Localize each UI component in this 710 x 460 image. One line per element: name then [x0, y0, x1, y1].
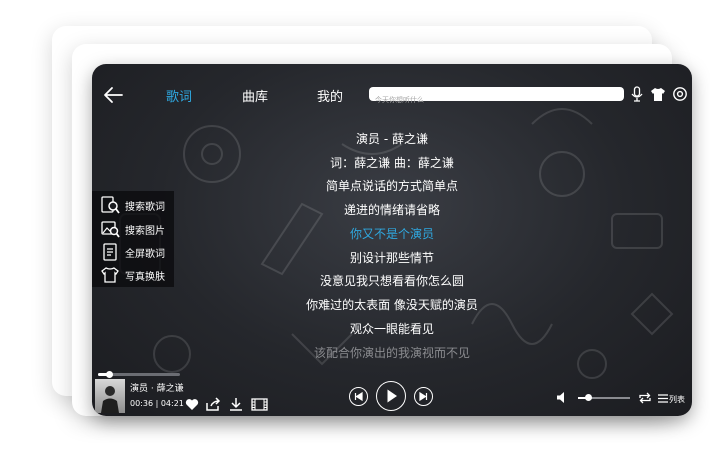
menu-item-search-lyrics[interactable]: 搜索歌词	[98, 193, 174, 215]
volume-slider[interactable]	[578, 394, 630, 401]
play-button[interactable]	[376, 381, 406, 411]
tab-lyrics[interactable]: 歌词	[166, 86, 192, 105]
lyric-line: 该配合你演出的我演视而不见	[313, 346, 470, 360]
menu-item-label: 全屏歌词	[125, 249, 165, 260]
skin-tshirt-icon	[101, 267, 119, 283]
menu-item-label: 搜索歌词	[125, 202, 165, 213]
menu-item-photo-skin[interactable]: 写真换肤	[98, 263, 174, 285]
fullscreen-lyrics-icon	[103, 243, 117, 261]
top-navigation-bar: 歌词 曲库 我的	[92, 64, 692, 122]
download-icon[interactable]	[228, 397, 244, 412]
side-menu: 搜索歌词 搜索图片 全屏歌词 写真换肤	[92, 191, 174, 287]
back-arrow-icon[interactable]	[102, 84, 124, 106]
next-button[interactable]	[414, 387, 433, 406]
lyric-line: 词：薛之谦 曲：薛之谦	[330, 156, 454, 170]
search-box	[369, 87, 624, 107]
heart-icon[interactable]	[185, 398, 199, 411]
lyric-line: 演员 - 薛之谦	[356, 132, 428, 146]
player-screen: 歌词 曲库 我的 演员 - 薛之谦 词：薛之谦 曲：薛之谦 简单点说话的方式简单…	[92, 64, 692, 416]
volume-handle[interactable]	[585, 394, 593, 401]
microphone-icon[interactable]	[629, 86, 645, 102]
lyric-line: 别设计那些情节	[349, 251, 434, 265]
menu-item-search-image[interactable]: 搜索图片	[98, 217, 174, 239]
settings-icon[interactable]	[672, 86, 688, 102]
playlist-button[interactable]: 列表	[669, 394, 685, 405]
tab-mine[interactable]: 我的	[317, 86, 343, 105]
lyric-line-current: 你又不是个演员	[349, 227, 434, 241]
progress-handle[interactable]	[106, 371, 114, 378]
next-icon	[419, 391, 428, 402]
lyric-line: 没意见我只想看看你怎么圆	[319, 274, 464, 288]
menu-item-fullscreen-lyrics[interactable]: 全屏歌词	[98, 240, 174, 262]
mv-icon[interactable]	[251, 397, 268, 412]
search-input[interactable]	[369, 93, 615, 107]
progress-bar[interactable]	[98, 371, 180, 378]
volume-icon[interactable]	[556, 391, 570, 404]
playlist-icon[interactable]	[658, 394, 668, 403]
loop-icon[interactable]	[638, 392, 652, 404]
lyric-line: 你难过的太表面 像没天赋的演员	[306, 298, 478, 312]
previous-icon	[354, 391, 363, 402]
song-title: 演员 · 薛之谦	[130, 384, 184, 394]
search-image-icon	[101, 221, 120, 238]
tshirt-icon[interactable]	[650, 86, 666, 102]
album-art-image	[101, 386, 119, 413]
menu-item-label: 写真换肤	[125, 272, 165, 283]
player-control-bar: 演员 · 薛之谦 00:36 | 04:21 列表	[92, 370, 692, 416]
lyric-line: 简单点说话的方式简单点	[325, 179, 458, 193]
album-cover[interactable]	[95, 379, 125, 413]
tab-library[interactable]: 曲库	[242, 86, 268, 105]
share-icon[interactable]	[205, 397, 221, 412]
song-time: 00:36 | 04:21	[130, 399, 184, 408]
play-icon	[387, 389, 397, 403]
search-lyrics-icon	[101, 196, 120, 214]
lyric-line: 递进的情绪请省略	[343, 203, 440, 217]
lyric-line: 观众一眼能看见	[349, 322, 434, 336]
menu-item-label: 搜索图片	[125, 226, 165, 237]
previous-button[interactable]	[349, 387, 368, 406]
